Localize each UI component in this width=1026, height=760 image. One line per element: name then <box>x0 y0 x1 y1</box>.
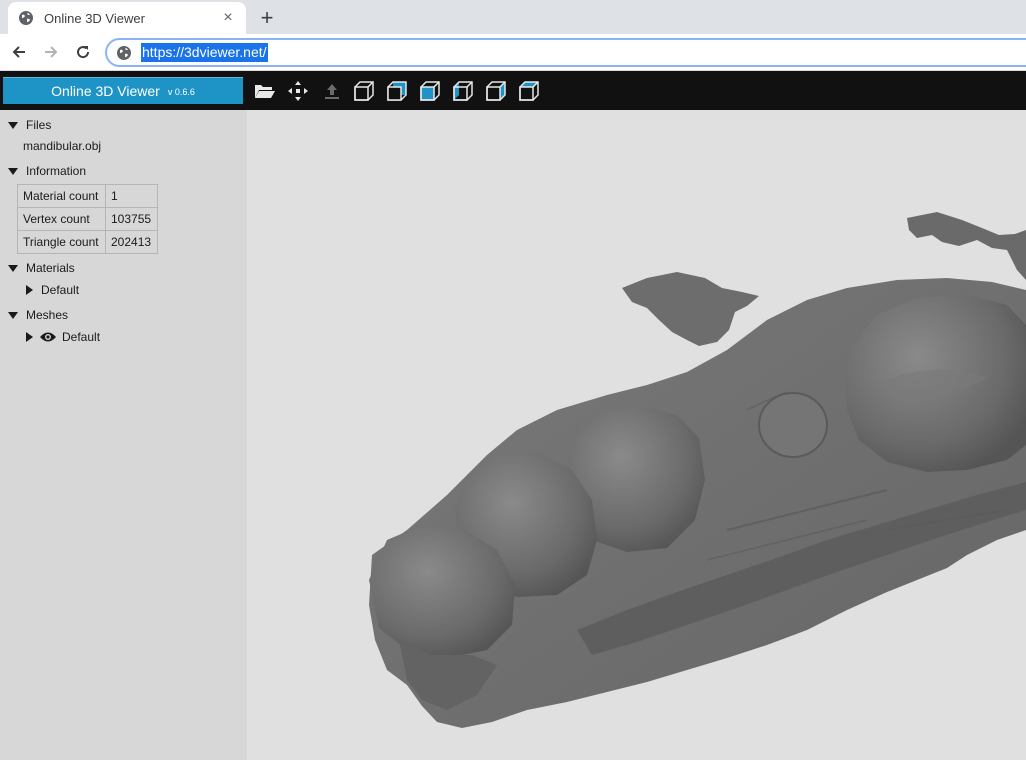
app-name: Online 3D Viewer <box>51 83 160 99</box>
materials-label: Materials <box>26 261 75 275</box>
app-version: v 0.6.6 <box>167 87 195 97</box>
file-item[interactable]: mandibular.obj <box>23 139 101 153</box>
information-table: Material count 1 Vertex count 103755 Tri… <box>17 184 158 254</box>
close-tab-icon[interactable]: × <box>218 8 238 28</box>
left-panel: Files mandibular.obj Information Materia… <box>0 110 247 760</box>
upward-direction-icon[interactable] <box>321 80 343 102</box>
table-row: Triangle count 202413 <box>17 230 158 254</box>
collapse-arrow-icon <box>8 121 18 129</box>
information-label: Information <box>26 164 87 178</box>
mesh-item[interactable]: Default <box>26 330 100 344</box>
eye-icon[interactable] <box>39 331 57 343</box>
expand-arrow-icon[interactable] <box>26 285 33 295</box>
browser-toolbar: https://3dviewer.net/ <box>0 34 1026 71</box>
material-item[interactable]: Default <box>26 283 79 297</box>
3d-viewport[interactable] <box>247 110 1026 760</box>
meshes-group-header[interactable]: Meshes <box>8 308 68 322</box>
meshes-label: Meshes <box>26 308 69 322</box>
fit-to-window-icon[interactable] <box>287 80 309 102</box>
information-group-header[interactable]: Information <box>8 164 86 178</box>
info-value: 202413 <box>105 230 158 254</box>
reload-icon[interactable] <box>70 39 96 65</box>
back-arrow-icon[interactable] <box>6 39 32 65</box>
forward-arrow-icon[interactable] <box>38 39 64 65</box>
table-row: Material count 1 <box>17 184 158 208</box>
app-title: Online 3D Viewer v 0.6.6 <box>3 77 243 104</box>
material-name: Default <box>41 283 80 297</box>
collapse-arrow-icon <box>8 311 18 319</box>
tab-title: Online 3D Viewer <box>44 10 145 26</box>
bottom-view-icon[interactable] <box>518 80 540 102</box>
files-group-header[interactable]: Files <box>8 118 51 132</box>
mesh-name: Default <box>62 330 101 344</box>
info-value: 103755 <box>105 207 158 231</box>
browser-tab[interactable]: Online 3D Viewer × <box>8 2 246 34</box>
table-row: Vertex count 103755 <box>17 207 158 231</box>
collapse-arrow-icon <box>8 264 18 272</box>
expand-arrow-icon[interactable] <box>26 332 33 342</box>
info-key: Material count <box>17 184 106 208</box>
files-label: Files <box>26 118 52 132</box>
globe-icon <box>18 10 34 26</box>
collapse-arrow-icon <box>8 167 18 175</box>
materials-group-header[interactable]: Materials <box>8 261 75 275</box>
info-key: Triangle count <box>17 230 106 254</box>
app-toolbar: Online 3D Viewer v 0.6.6 <box>0 71 1026 110</box>
back-view-icon[interactable] <box>386 80 408 102</box>
url-text[interactable]: https://3dviewer.net/ <box>141 43 268 62</box>
info-value: 1 <box>105 184 158 208</box>
open-folder-icon[interactable] <box>254 80 276 102</box>
new-tab-button[interactable]: + <box>254 5 280 31</box>
left-view-icon[interactable] <box>419 80 441 102</box>
top-view-icon[interactable] <box>485 80 507 102</box>
right-view-icon[interactable] <box>452 80 474 102</box>
front-view-icon[interactable] <box>353 80 375 102</box>
dental-model-render <box>369 212 1026 728</box>
globe-icon <box>116 45 132 61</box>
address-bar[interactable]: https://3dviewer.net/ <box>105 38 1026 67</box>
browser-tab-strip: Online 3D Viewer × + <box>0 0 1026 34</box>
info-key: Vertex count <box>17 207 106 231</box>
